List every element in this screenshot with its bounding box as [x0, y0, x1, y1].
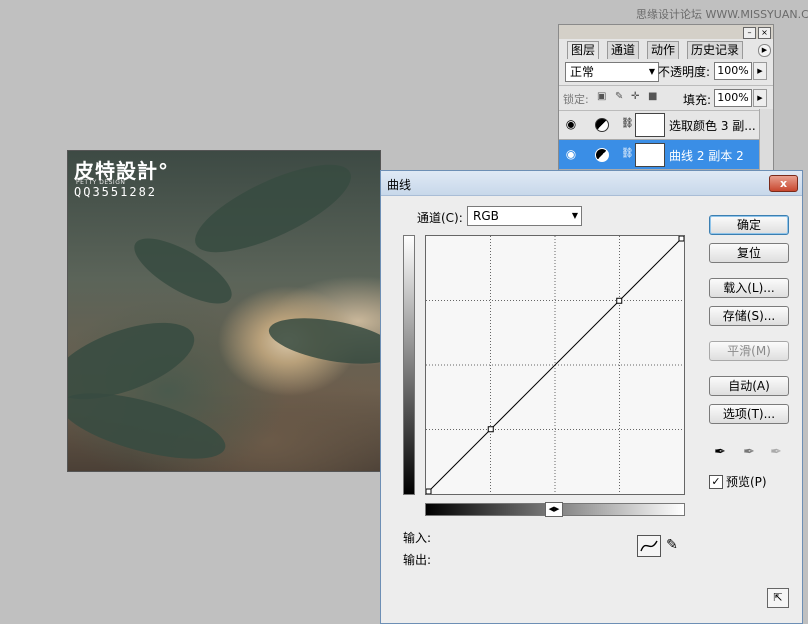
adjustment-layer-icon: [595, 148, 609, 162]
input-label: 输入:: [403, 531, 432, 545]
opacity-label: 不透明度:: [658, 65, 711, 79]
tab-actions[interactable]: 动作: [647, 41, 680, 59]
curves-dialog: 曲线 x 通道(C): RGB ▼ ◀▶ 输入: 输出: ✎ 确定 复位 载入(…: [380, 170, 803, 624]
layer-mask-thumbnail[interactable]: [635, 113, 665, 137]
channel-label: 通道(C):: [417, 211, 463, 225]
black-eyedropper-icon[interactable]: ✒: [711, 443, 729, 461]
link-chain-icon[interactable]: ⛓: [621, 118, 634, 129]
opacity-field[interactable]: 100%: [714, 62, 752, 80]
blend-mode-value: 正常: [570, 65, 595, 79]
gray-eyedropper-icon[interactable]: ✒: [740, 443, 758, 461]
reset-button[interactable]: 复位: [709, 243, 789, 263]
lock-label: 锁定:: [563, 93, 589, 106]
ok-button[interactable]: 确定: [709, 215, 789, 235]
curve-graph[interactable]: [425, 235, 685, 495]
layer-row-selected[interactable]: ◉ ⛓ 曲线 2 副本 2: [559, 140, 759, 170]
tab-history[interactable]: 历史记录: [687, 41, 744, 59]
curve-tool-icon: [640, 540, 658, 552]
tab-channels[interactable]: 通道: [607, 41, 640, 59]
fill-label: 填充:: [683, 93, 712, 107]
layer-mask-thumbnail[interactable]: [635, 143, 665, 167]
visibility-eye-icon[interactable]: ◉: [563, 146, 579, 162]
layer-name: 曲线 2 副本 2: [669, 149, 744, 163]
expand-icon[interactable]: ⇱: [767, 588, 789, 608]
chevron-down-icon: ▼: [571, 211, 578, 220]
layer-row[interactable]: ◉ ⛓ 选取颜色 3 副...: [559, 110, 759, 140]
fern-shape: [265, 310, 380, 372]
close-icon[interactable]: ×: [758, 27, 771, 39]
load-button[interactable]: 载入(L)...: [709, 278, 789, 298]
gradient-slider-icon[interactable]: ◀▶: [545, 502, 563, 517]
panel-titlebar: – ×: [559, 25, 773, 39]
curve-control-point[interactable]: [425, 488, 432, 495]
lock-position-icon[interactable]: ✛: [631, 92, 641, 102]
lock-image-icon[interactable]: ✎: [615, 92, 625, 102]
chevron-down-icon: ▼: [648, 67, 655, 76]
layer-name: 选取颜色 3 副...: [669, 119, 756, 133]
channel-value: RGB: [473, 209, 499, 223]
lock-row: 锁定: ▣ ✎ ✛ ■ 填充: 100% ▶: [559, 85, 773, 111]
adjustment-layer-icon: [595, 118, 609, 132]
layers-panel: – × 图层 通道 动作 历史记录 ▶ 正常 ▼ 不透明度: 100% ▶ 锁定…: [558, 24, 774, 176]
fill-slider-arrow-icon[interactable]: ▶: [753, 89, 767, 107]
close-button[interactable]: x: [769, 175, 798, 192]
curve-control-point[interactable]: [616, 297, 623, 304]
channel-select[interactable]: RGB ▼: [467, 206, 582, 226]
output-label: 输出:: [403, 553, 432, 567]
lock-transparency-icon[interactable]: ▣: [597, 92, 607, 102]
curve-tool-button[interactable]: [637, 535, 661, 557]
fern-shape: [68, 379, 232, 471]
preview-checkbox[interactable]: ✓: [709, 475, 723, 489]
link-chain-icon[interactable]: ⛓: [621, 148, 634, 159]
output-gradient-bar: [403, 235, 415, 495]
preview-label: 预览(P): [726, 475, 767, 489]
lock-all-icon[interactable]: ■: [648, 92, 658, 102]
dialog-title: 曲线: [387, 178, 412, 192]
curve-control-point[interactable]: [487, 426, 494, 433]
dialog-titlebar[interactable]: 曲线 x: [381, 171, 802, 196]
options-button[interactable]: 选项(T)...: [709, 404, 789, 424]
smooth-button[interactable]: 平滑(M): [709, 341, 789, 361]
opacity-slider-arrow-icon[interactable]: ▶: [753, 62, 767, 80]
minimize-icon[interactable]: –: [743, 27, 756, 39]
site-watermark: 思缘设计论坛 WWW.MISSYUAN.COM: [636, 8, 808, 21]
blend-mode-select[interactable]: 正常 ▼: [565, 62, 659, 82]
layers-scrollbar[interactable]: [759, 109, 773, 174]
fill-field[interactable]: 100%: [714, 89, 752, 107]
photo-qq-text: QQ3551282: [74, 185, 158, 199]
white-eyedropper-icon[interactable]: ✒: [767, 443, 785, 461]
fern-shape: [184, 151, 362, 270]
pencil-tool-icon[interactable]: ✎: [663, 535, 681, 555]
auto-button[interactable]: 自动(A): [709, 376, 789, 396]
curve-control-point[interactable]: [678, 235, 685, 242]
visibility-eye-icon[interactable]: ◉: [563, 116, 579, 132]
curve-graph-svg: [425, 235, 685, 495]
document-canvas[interactable]: 皮特設計° PETTY DESIGN QQ3551282: [67, 150, 381, 472]
save-button[interactable]: 存储(S)...: [709, 306, 789, 326]
tab-layers[interactable]: 图层: [567, 41, 600, 59]
panel-menu-icon[interactable]: ▶: [758, 44, 771, 57]
panel-tabs: 图层 通道 动作 历史记录: [563, 41, 763, 59]
